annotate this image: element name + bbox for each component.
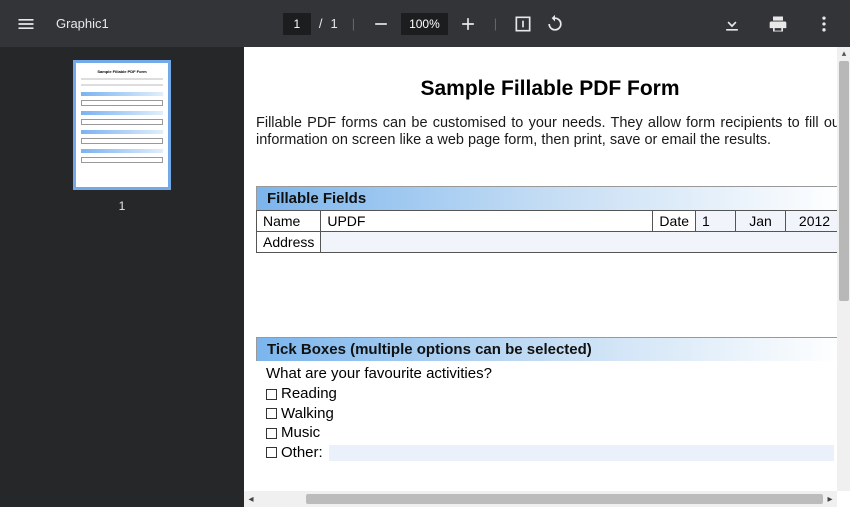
date-label: Date <box>653 211 696 232</box>
rotate-icon[interactable] <box>543 12 567 36</box>
toolbar-divider: | <box>352 16 355 31</box>
page-separator: / <box>319 16 323 31</box>
scroll-left-arrow-icon[interactable]: ◂ <box>244 494 258 505</box>
zoom-out-icon[interactable] <box>369 12 393 36</box>
horizontal-scrollbar[interactable]: ◂ ▸ <box>244 491 837 507</box>
date-day-field[interactable] <box>702 213 729 229</box>
fit-page-icon[interactable] <box>511 12 535 36</box>
pdf-toolbar: Graphic1 / 1 | 100% | <box>0 0 850 47</box>
intro-paragraph: Fillable PDF forms can be customised to … <box>256 115 844 148</box>
address-field[interactable] <box>327 234 837 250</box>
name-label: Name <box>257 211 321 232</box>
checkbox-icon[interactable] <box>266 447 277 458</box>
tick-boxes-heading: Tick Boxes (multiple options can be sele… <box>256 337 844 361</box>
table-row: Address <box>257 232 844 253</box>
page-number-input[interactable] <box>283 13 311 35</box>
fillable-fields-table: Name Date Jan 2012 Address <box>256 210 844 253</box>
checkbox-option[interactable]: Music <box>266 423 834 443</box>
tick-question: What are your favourite activities? <box>256 361 844 384</box>
checkbox-icon[interactable] <box>266 389 277 400</box>
table-row: Name Date Jan 2012 <box>257 211 844 232</box>
option-label: Reading <box>281 384 337 404</box>
page-total: 1 <box>330 16 337 31</box>
thumbnail-sidebar: Sample Fillable PDF Form 1 <box>0 47 244 507</box>
document-title: Graphic1 <box>56 16 109 31</box>
other-label: Other: <box>281 443 323 463</box>
scroll-up-arrow-icon[interactable]: ▴ <box>839 47 849 59</box>
more-icon[interactable] <box>812 12 836 36</box>
checkbox-icon[interactable] <box>266 408 277 419</box>
print-icon[interactable] <box>766 12 790 36</box>
scrollbar-thumb[interactable] <box>306 494 823 504</box>
name-field[interactable] <box>327 213 646 229</box>
menu-icon[interactable] <box>14 12 38 36</box>
checkbox-option[interactable]: Walking <box>266 404 834 424</box>
date-month-field[interactable]: Jan <box>736 211 786 232</box>
option-label: Music <box>281 423 320 443</box>
checkbox-icon[interactable] <box>266 428 277 439</box>
vertical-scrollbar[interactable]: ▴ <box>837 47 850 491</box>
checkbox-option-other[interactable]: Other: <box>266 443 834 463</box>
zoom-level[interactable]: 100% <box>401 13 448 35</box>
download-icon[interactable] <box>720 12 744 36</box>
address-label: Address <box>257 232 321 253</box>
thumbnail-page-number: 1 <box>119 199 126 213</box>
option-label: Walking <box>281 404 334 424</box>
toolbar-divider: | <box>494 16 497 31</box>
zoom-in-icon[interactable] <box>456 12 480 36</box>
checkbox-option[interactable]: Reading <box>266 384 834 404</box>
page-title: Sample Fillable PDF Form <box>256 77 844 101</box>
page-thumbnail[interactable]: Sample Fillable PDF Form <box>73 60 171 190</box>
date-year-field[interactable]: 2012 <box>786 211 844 232</box>
fillable-fields-heading: Fillable Fields <box>256 186 844 210</box>
other-text-field[interactable] <box>329 445 834 461</box>
document-viewport: Sample Fillable PDF Form Fillable PDF fo… <box>244 47 850 507</box>
scroll-right-arrow-icon[interactable]: ▸ <box>823 494 837 505</box>
scrollbar-thumb[interactable] <box>839 61 849 301</box>
